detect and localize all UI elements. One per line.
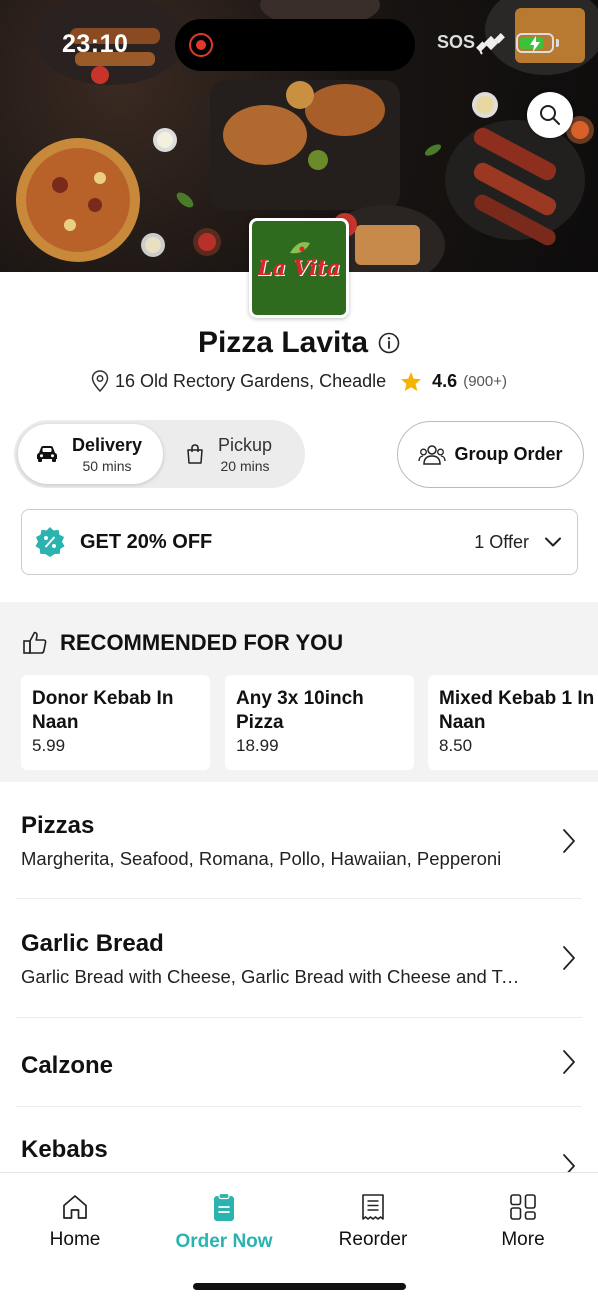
- recommended-section: RECOMMENDED FOR YOU Donor Kebab In Naan …: [0, 602, 598, 782]
- pickup-label: Pickup: [218, 434, 273, 455]
- receipt-icon: [362, 1194, 384, 1220]
- restaurant-address: 16 Old Rectory Gardens, Cheadle: [115, 370, 387, 391]
- rating-value: 4.6: [432, 370, 458, 391]
- recommended-item-name: Any 3x 10inch Pizza: [236, 688, 364, 733]
- battery-cap: [556, 39, 559, 47]
- restaurant-name-row: Pizza Lavita: [0, 326, 598, 360]
- search-button[interactable]: [527, 92, 573, 138]
- home-icon: [63, 1195, 87, 1219]
- rating-count: (900+): [463, 372, 507, 390]
- recommended-item-name: Donor Kebab In Naan: [32, 688, 174, 733]
- chevron-right-icon: [563, 829, 575, 853]
- delivery-mode-toggle: Delivery 50 mins Pickup 20 mins: [14, 420, 305, 488]
- group-order-button[interactable]: Group Order: [397, 421, 584, 488]
- offer-banner[interactable]: GET 20% OFF 1 Offer: [21, 509, 578, 575]
- logo-text: La Vita: [257, 255, 341, 280]
- status-bar: 23:10 SOS: [0, 0, 598, 80]
- tab-order-now[interactable]: Order Now: [169, 1193, 279, 1253]
- bottom-tab-bar: Home Order Now Reorder More: [0, 1172, 598, 1300]
- category-row-pizzas[interactable]: Pizzas Margherita, Seafood, Romana, Poll…: [0, 782, 598, 900]
- satellite-icon: [476, 33, 505, 55]
- chevron-right-icon: [563, 1154, 575, 1172]
- category-title: Garlic Bread: [21, 930, 164, 957]
- tab-label: More: [501, 1229, 545, 1250]
- grid-icon: [510, 1194, 536, 1220]
- search-icon: [540, 105, 560, 125]
- tab-label: Home: [49, 1229, 101, 1250]
- tab-reorder[interactable]: Reorder: [318, 1193, 428, 1251]
- home-indicator: [193, 1283, 406, 1290]
- car-icon: [37, 446, 57, 462]
- info-icon[interactable]: [378, 332, 400, 354]
- offer-title: GET 20% OFF: [80, 530, 213, 553]
- tab-home[interactable]: Home: [20, 1193, 130, 1251]
- delivery-label: Delivery: [72, 434, 143, 455]
- carrier-status: SOS: [437, 32, 476, 52]
- pickup-time: 20 mins: [220, 457, 270, 474]
- thumbs-up-icon: [23, 631, 47, 654]
- recommended-item-card[interactable]: Any 3x 10inch Pizza 18.99: [225, 675, 414, 770]
- recommended-carousel[interactable]: Donor Kebab In Naan 5.99 Any 3x 10inch P…: [21, 675, 598, 770]
- delivery-time: 50 mins: [82, 457, 132, 474]
- chevron-right-icon: [563, 1050, 575, 1074]
- recommended-item-price: 18.99: [236, 736, 279, 755]
- category-title: Kebabs: [21, 1136, 108, 1163]
- category-title: Pizzas: [21, 812, 95, 839]
- restaurant-name: Pizza Lavita: [197, 326, 369, 359]
- status-time: 23:10: [62, 30, 129, 58]
- restaurant-logo: La Vita: [249, 218, 349, 318]
- recommended-item-price: 8.50: [439, 736, 473, 755]
- dynamic-island: [175, 19, 415, 71]
- recommended-item-card[interactable]: Donor Kebab In Naan 5.99: [21, 675, 210, 770]
- delivery-option[interactable]: Delivery 50 mins: [18, 424, 163, 484]
- group-order-label: Group Order: [454, 444, 563, 464]
- shopping-bag-icon: [187, 444, 203, 464]
- recommended-item-card[interactable]: Mixed Kebab 1 In Naan 8.50: [428, 675, 598, 770]
- order-icon: [214, 1193, 234, 1221]
- tab-label: Order Now: [175, 1231, 273, 1252]
- offer-count: 1 Offer: [474, 531, 529, 552]
- location-pin-icon: [91, 370, 109, 392]
- category-row-kebabs[interactable]: Kebabs: [0, 1107, 598, 1172]
- category-row-garlic-bread[interactable]: Garlic Bread Garlic Bread with Cheese, G…: [0, 899, 598, 1017]
- category-description: Margherita, Seafood, Romana, Pollo, Hawa…: [21, 848, 502, 869]
- battery-icon: [516, 33, 554, 53]
- group-users-icon: [418, 444, 447, 465]
- category-row-calzone[interactable]: Calzone: [0, 1018, 598, 1106]
- star-icon: [401, 371, 422, 391]
- recommended-header: RECOMMENDED FOR YOU: [22, 630, 343, 656]
- recommended-title: RECOMMENDED FOR YOU: [60, 630, 344, 655]
- chevron-down-icon: [545, 537, 561, 547]
- address-row: 16 Old Rectory Gardens, Cheadle 4.6 (900…: [0, 370, 598, 392]
- recommended-item-name: Mixed Kebab 1 In Naan: [439, 688, 595, 733]
- recommended-item-price: 5.99: [32, 736, 66, 755]
- category-description: Garlic Bread with Cheese, Garlic Bread w…: [21, 966, 521, 987]
- recording-indicator-icon: [189, 33, 213, 57]
- tab-more[interactable]: More: [468, 1193, 578, 1251]
- pickup-option[interactable]: Pickup 20 mins: [174, 424, 302, 484]
- charging-bolt-icon: [530, 36, 540, 52]
- category-title: Calzone: [21, 1052, 114, 1079]
- chevron-right-icon: [563, 946, 575, 970]
- tab-label: Reorder: [338, 1229, 408, 1250]
- discount-badge-icon: [35, 527, 65, 557]
